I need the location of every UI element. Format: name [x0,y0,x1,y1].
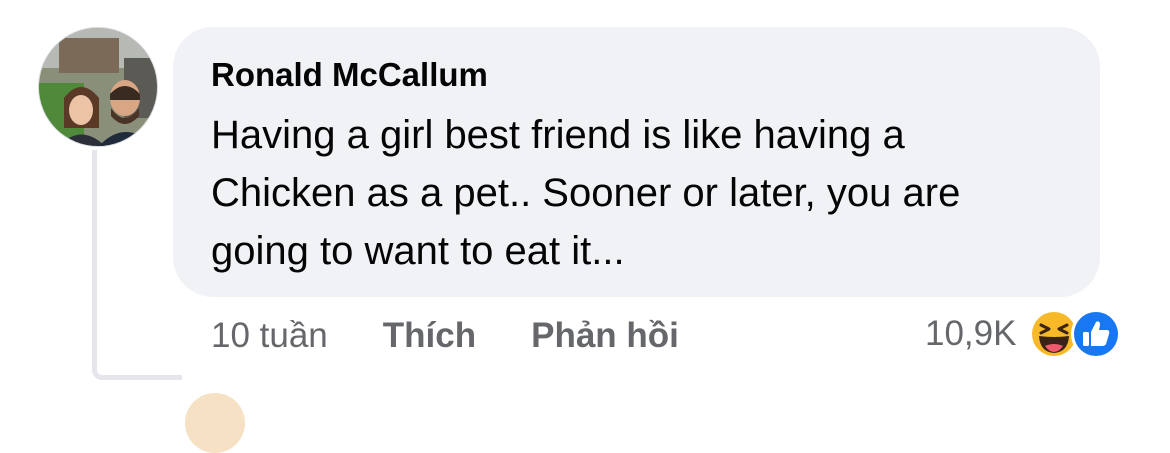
reply-button[interactable]: Phản hồi [531,316,679,356]
comment-text: Having a girl best friend is like having… [211,106,1081,280]
comment-text-line: Having a girl best friend is like having… [211,113,905,157]
thread-connector [102,375,182,380]
reaction-summary[interactable]: 10,9K [925,305,1122,363]
thread-line [92,150,102,380]
comment-text-line: going to want to eat it... [211,229,625,273]
comment-text-line: Chicken as a pet.. Sooner or later, you … [211,171,961,215]
like-icon [1071,309,1122,359]
reaction-count: 10,9K [925,314,1017,353]
like-button[interactable]: Thích [383,316,476,356]
comment-timestamp[interactable]: 10 tuần [211,316,328,356]
avatar[interactable] [38,27,158,147]
comment-author[interactable]: Ronald McCallum [211,56,488,94]
comment-actions: 10 tuần Thích Phản hồi [211,312,679,360]
reply-avatar[interactable] [185,393,245,453]
